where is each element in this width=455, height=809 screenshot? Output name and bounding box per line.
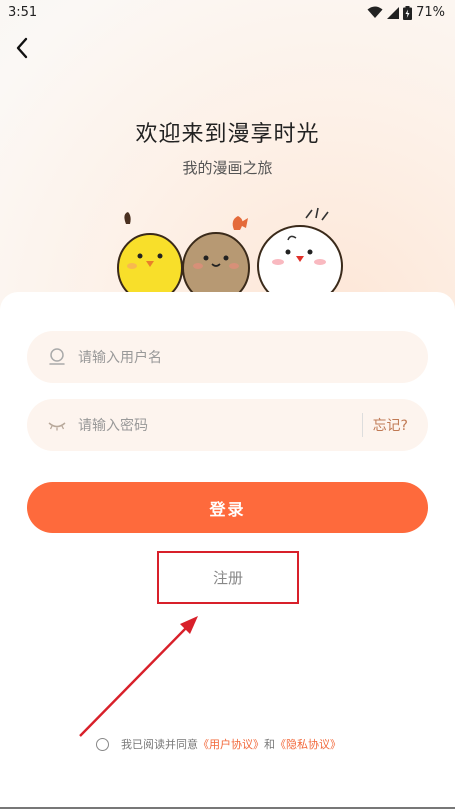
yellow-chick-mascot [117, 212, 183, 303]
login-button[interactable]: 登录 [27, 482, 428, 533]
eye-closed-icon[interactable] [47, 415, 67, 435]
agreement-and: 和 [264, 738, 275, 751]
agreement-prefix: 我已阅读并同意 [121, 738, 198, 751]
username-field[interactable]: 请输入用户名 [27, 331, 428, 383]
privacy-agreement-link[interactable]: 《隐私协议》 [275, 736, 341, 752]
agree-radio[interactable] [96, 737, 109, 751]
brown-potato-mascot [182, 216, 250, 304]
annotation-arrow [79, 616, 198, 737]
status-bar: 3:51 71% [0, 0, 455, 26]
agreement-row: 我已阅读并同意 《用户协议》 和 《隐私协议》 [96, 736, 341, 752]
register-button[interactable]: 注册 [157, 551, 299, 604]
password-field[interactable]: 请输入密码 忘记? [27, 399, 428, 451]
password-placeholder: 请输入密码 [78, 418, 148, 434]
wifi-icon [367, 6, 383, 18]
page-title: 欢迎来到漫享时光 [135, 122, 320, 147]
username-placeholder: 请输入用户名 [78, 350, 162, 366]
page-subtitle: 我的漫画之旅 [182, 159, 273, 177]
battery-icon [403, 5, 413, 20]
field-divider [361, 413, 363, 437]
back-arrow-icon[interactable] [8, 34, 36, 62]
status-time: 3:51 [8, 5, 38, 20]
user-icon [49, 348, 65, 365]
signal-icon [387, 6, 400, 19]
battery-level: 71% [416, 5, 445, 20]
user-agreement-link[interactable]: 《用户协议》 [198, 736, 264, 752]
forgot-password-link[interactable]: 忘记? [373, 415, 408, 435]
mascot-illustration [117, 207, 343, 306]
status-icons: 71% [367, 5, 445, 20]
